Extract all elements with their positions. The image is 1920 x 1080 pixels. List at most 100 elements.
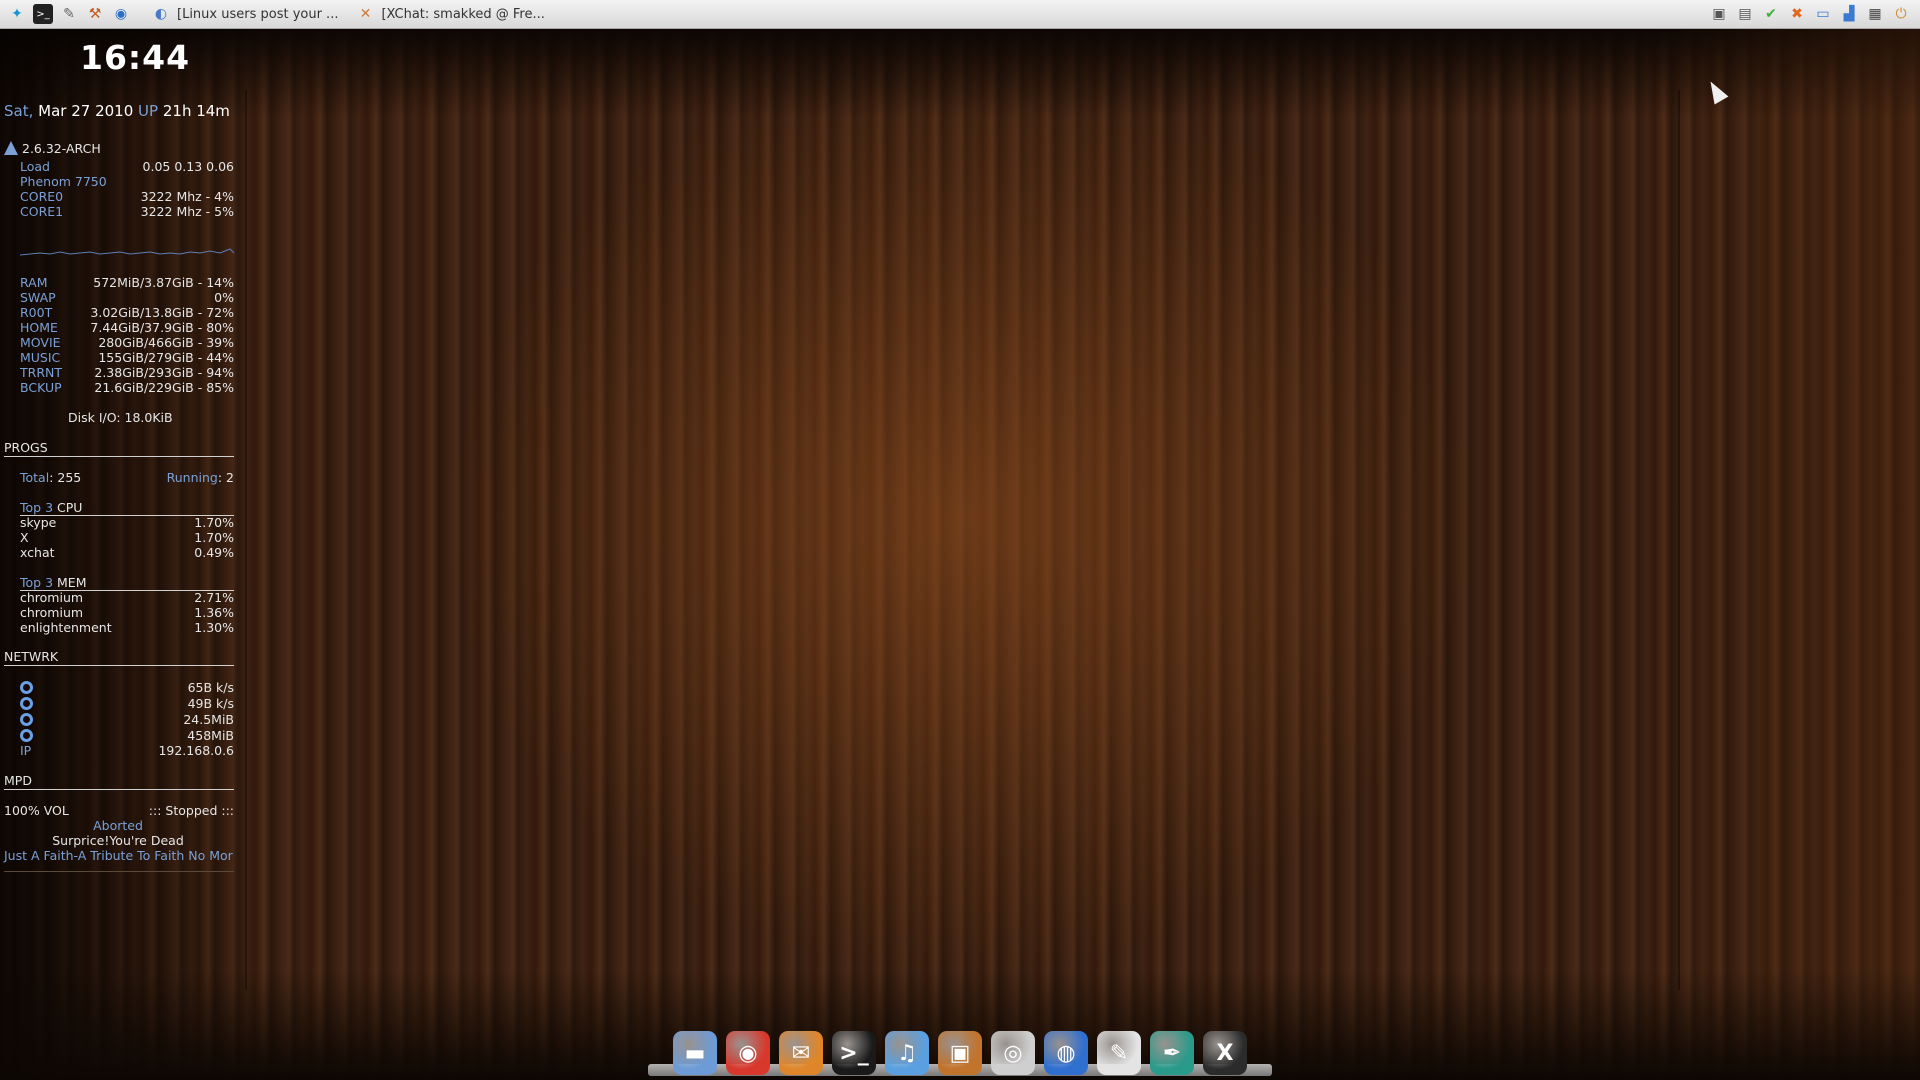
folder-icon[interactable]: ▬ (673, 1031, 717, 1075)
dock: ▬ ◉ ✉ >_ ♫ ▣ ◎ ◍ ✎ ✒ X (648, 1013, 1272, 1075)
top-cpu-row: skype 1.70% (20, 515, 234, 530)
uptime: 21h 14m (162, 102, 230, 120)
storage-label: SWAP (20, 290, 56, 305)
globe-icon[interactable]: ◍ (1044, 1031, 1088, 1075)
top-mem-row: enlightenment 1.30% (20, 620, 234, 635)
storage-label: MUSIC (20, 350, 61, 365)
launcher-area: ✦ >_ ✎ ⚒ ◉ (4, 4, 134, 24)
mail-icon[interactable]: ✎ (1097, 1031, 1141, 1075)
arch-icon[interactable]: ✦ (7, 4, 27, 24)
checkmark-icon[interactable]: ✔ (1761, 4, 1781, 24)
load-value: 0.05 0.13 0.06 (142, 159, 234, 174)
arch-logo-icon (4, 141, 18, 155)
system-tray: ▣ ▤ ✔ ✖ ▭ ▟ ▦ ⏻ (1706, 4, 1914, 24)
display-icon[interactable]: ▭ (1813, 4, 1833, 24)
date-line: Sat, Mar 27 2010 UP 21h 14m (4, 104, 230, 119)
top-cpu-row: X 1.70% (20, 530, 234, 545)
terminal-icon[interactable]: >_ (33, 4, 53, 24)
clipboard-icon[interactable]: ▤ (1735, 4, 1755, 24)
storage-row: MUSIC 155GiB/279GiB - 44% (20, 350, 234, 365)
progs-counts: Total: 255 Running: 2 (20, 470, 234, 485)
browser-icon[interactable]: ◉ (111, 4, 131, 24)
load-label: Load (20, 159, 50, 174)
storage-label: TRRNT (20, 365, 62, 380)
paint-icon[interactable]: ⚒ (85, 4, 105, 24)
net-row: 24.5MiB (183, 712, 234, 727)
top-cpu-heading: Top 3 CPU (20, 500, 234, 516)
core-label: CORE1 (20, 204, 64, 219)
day: Sat, (4, 102, 34, 120)
divider (4, 871, 234, 872)
net-row: 65B k/s (187, 680, 234, 695)
network-icon[interactable]: ▟ (1839, 4, 1859, 24)
ip-row: IP 192.168.0.6 (20, 743, 234, 758)
storage-value: 21.6GiB/229GiB - 85% (94, 380, 234, 395)
music-icon[interactable]: ♫ (885, 1031, 929, 1075)
storage-value: 572MiB/3.87GiB - 14% (93, 275, 234, 290)
xchat-icon[interactable]: ✖ (1787, 4, 1807, 24)
core-row: CORE0 3222 Mhz - 4% (20, 189, 234, 204)
total-procs: Total: 255 (20, 470, 82, 485)
mpd-status: 100% VOL::: Stopped ::: (4, 803, 234, 818)
mpd-title: Surprice!You're Dead (52, 833, 184, 848)
kernel-line: 2.6.32-ARCH (4, 141, 101, 156)
storage-label: R00T (20, 305, 53, 320)
task-label: [XChat: smakked @ Fre... (381, 6, 545, 22)
wall-edge-right (1678, 90, 1680, 990)
text-editor-icon[interactable]: ✎ (59, 4, 79, 24)
terminal-icon[interactable]: >_ (832, 1031, 876, 1075)
storage-value: 0% (214, 290, 234, 305)
core-row: CORE1 3222 Mhz - 5% (20, 204, 234, 219)
wall-shade-top (0, 28, 1920, 118)
mpd-heading: MPD (4, 773, 234, 790)
net-row: 49B k/s (187, 696, 234, 711)
storage-value: 2.38GiB/293GiB - 94% (94, 365, 234, 380)
mpd-artist: Aborted (93, 818, 143, 833)
photos-icon[interactable]: ▣ (938, 1031, 982, 1075)
storage-value: 7.44GiB/37.9GiB - 80% (90, 320, 234, 335)
core-value: 3222 Mhz - 5% (140, 204, 234, 219)
power-icon[interactable]: ⏻ (1891, 4, 1911, 24)
feather-icon[interactable]: ✒ (1150, 1031, 1194, 1075)
storage-value: 3.02GiB/13.8GiB - 72% (90, 305, 234, 320)
storage-row: HOME 7.44GiB/37.9GiB - 80% (20, 320, 234, 335)
storage-label: HOME (20, 320, 58, 335)
task-xchat[interactable]: ✕ [XChat: smakked @ Fre... (352, 4, 545, 24)
wall-shade-right (1640, 28, 1920, 1080)
uptime-label: UP (138, 102, 159, 120)
screenshot-icon[interactable]: ▣ (1709, 4, 1729, 24)
wall-edge-left (245, 90, 247, 990)
top-cpu-row: xchat 0.49% (20, 545, 234, 560)
task-label: [Linux users post your ... (177, 6, 339, 22)
task-browser[interactable]: ◐ [Linux users post your ... (148, 4, 339, 24)
storage-row: R00T 3.02GiB/13.8GiB - 72% (20, 305, 234, 320)
core-label: CORE0 (20, 189, 64, 204)
xchat-icon[interactable]: X (1203, 1031, 1247, 1075)
storage-label: BCKUP (20, 380, 62, 395)
grid-icon[interactable]: ▦ (1865, 4, 1885, 24)
network-heading: NETWRK (4, 649, 234, 666)
chromium-task-icon: ◐ (154, 6, 168, 22)
thunderbird-icon[interactable]: ✉ (779, 1031, 823, 1075)
top-panel: ✦ >_ ✎ ⚒ ◉ ◐ [Linux users post your ... … (0, 0, 1920, 29)
storage-row: TRRNT 2.38GiB/293GiB - 94% (20, 365, 234, 380)
mpd-album: Just A Faith-A Tribute To Faith No Mor (4, 848, 233, 863)
running-procs: Running: 2 (166, 470, 234, 485)
kernel: 2.6.32-ARCH (22, 141, 101, 156)
storage-row: MOVIE 280GiB/466GiB - 39% (20, 335, 234, 350)
top-mem-heading: Top 3 MEM (20, 575, 234, 591)
disk-io: Disk I/O: 18.0KiB (68, 410, 173, 425)
progs-heading: PROGS (4, 440, 234, 457)
chrome-icon[interactable]: ◉ (726, 1031, 770, 1075)
storage-row: BCKUP 21.6GiB/229GiB - 85% (20, 380, 234, 395)
storage-row: RAM 572MiB/3.87GiB - 14% (20, 275, 234, 290)
top-mem-row: chromium 2.71% (20, 590, 234, 605)
storage-label: RAM (20, 275, 48, 290)
storage-value: 155GiB/279GiB - 44% (98, 350, 234, 365)
storage-row: SWAP 0% (20, 290, 234, 305)
top-mem-row: chromium 1.36% (20, 605, 234, 620)
core-value: 3222 Mhz - 4% (140, 189, 234, 204)
webcam-icon[interactable]: ◎ (991, 1031, 1035, 1075)
xchat-task-icon: ✕ (359, 6, 372, 22)
cpu-name: Phenom 7750 (20, 174, 107, 189)
